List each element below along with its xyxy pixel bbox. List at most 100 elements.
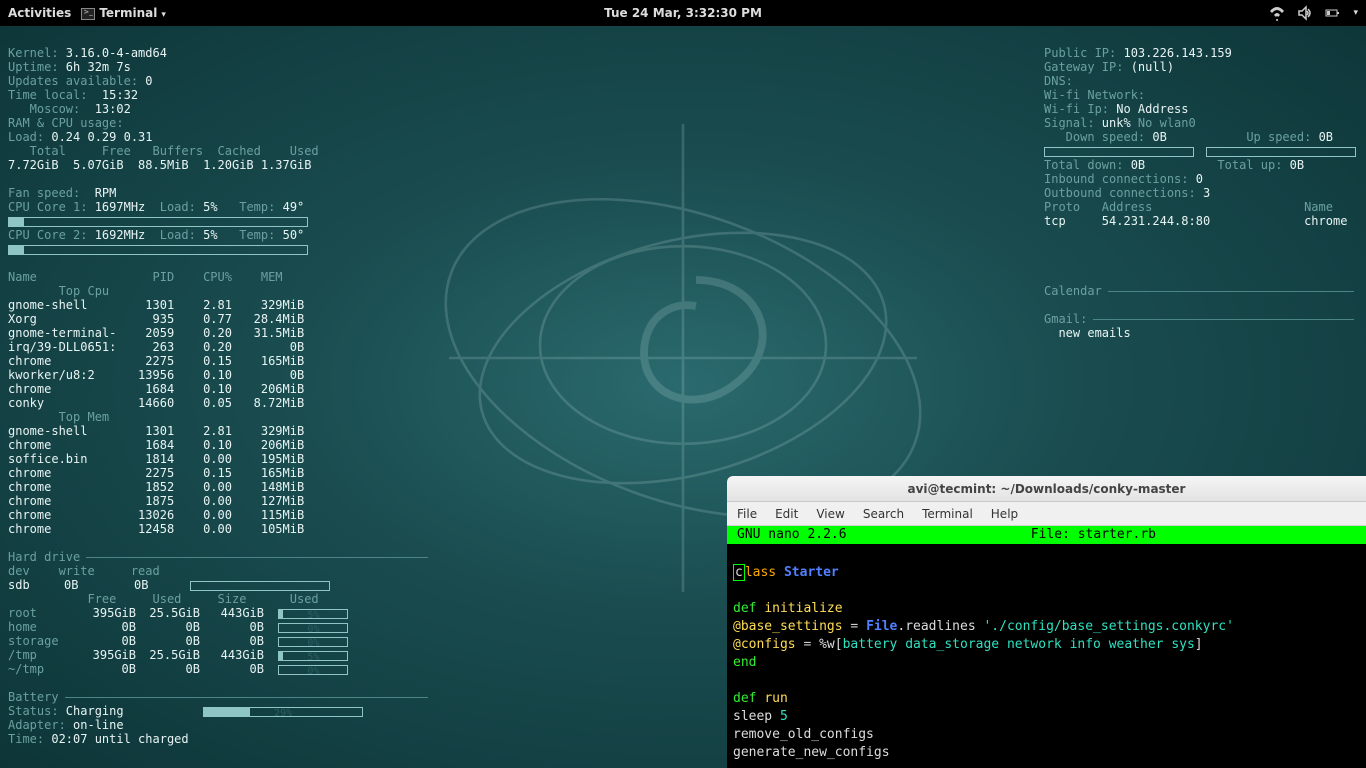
- conky-right-panel: Public IP: 103.226.143.159 Gateway IP: (…: [1044, 32, 1354, 340]
- batt-adapter-label: Adapter:: [8, 718, 73, 732]
- code-remove: remove_old_configs: [733, 727, 874, 742]
- nano-editor[interactable]: class Starter def initialize @base_setti…: [727, 544, 1366, 764]
- menu-edit[interactable]: Edit: [775, 507, 798, 521]
- batt-time-label: Time:: [8, 732, 51, 746]
- wifi-icon[interactable]: [1269, 5, 1285, 21]
- chevron-down-icon[interactable]: ▾: [1353, 8, 1358, 18]
- calendar-title: Calendar: [1044, 284, 1102, 298]
- battery-bar: 29%: [203, 707, 363, 717]
- process-row: chrome 2275 0.15 165MiB: [8, 354, 428, 368]
- code-def: def: [733, 601, 764, 616]
- menu-view[interactable]: View: [816, 507, 844, 521]
- uptime-value: 6h 32m 7s: [66, 60, 131, 74]
- up-label: Up speed:: [1246, 130, 1318, 144]
- pubip-label: Public IP:: [1044, 46, 1123, 60]
- signal-value: unk%: [1102, 116, 1138, 130]
- code-sleep: sleep: [733, 709, 780, 724]
- battery-icon[interactable]: [1325, 5, 1341, 21]
- code-class-name: Starter: [784, 565, 839, 580]
- process-row: soffice.bin 1814 0.00 195MiB: [8, 452, 428, 466]
- process-row: gnome-shell 1301 2.81 329MiB: [8, 298, 428, 312]
- time-local-label: Time local:: [8, 88, 102, 102]
- process-row: gnome-shell 1301 2.81 329MiB: [8, 424, 428, 438]
- code-method-run: run: [764, 691, 787, 706]
- batt-time: 02:07 until charged: [51, 732, 188, 746]
- mem-header: Total Free Buffers Cached Used: [8, 144, 319, 158]
- conn-row: tcp 54.231.244.8:80 chrome: [1044, 214, 1347, 228]
- cpu2-temp-label: Temp:: [239, 228, 282, 242]
- cpu2-load: 5%: [203, 228, 217, 242]
- totup-value: 0B: [1290, 158, 1304, 172]
- code-method-initialize: initialize: [764, 601, 842, 616]
- gateway-value: (null): [1131, 60, 1174, 74]
- fs-row: home0B0B0B 0%: [8, 620, 428, 634]
- activities-button[interactable]: Activities: [8, 6, 71, 20]
- fs-bar: 5%: [278, 609, 348, 619]
- batt-adapter: on-line: [73, 718, 124, 732]
- fs-row: ~/tmp0B0B0B 0%: [8, 662, 428, 676]
- process-row: gnome-terminal- 2059 0.20 31.5MiB: [8, 326, 428, 340]
- outbound-value: 3: [1203, 186, 1210, 200]
- code-generate: generate_new_configs: [733, 745, 890, 760]
- down-bar: [1044, 147, 1194, 157]
- code-kw-class: lass: [745, 565, 784, 580]
- nano-titlebar: GNU nano 2.2.6 File: starter.rb: [727, 526, 1366, 544]
- inbound-label: Inbound connections:: [1044, 172, 1196, 186]
- code-warray: %w[: [819, 637, 842, 652]
- cpu1-temp: 49°: [283, 200, 305, 214]
- volume-icon[interactable]: [1297, 5, 1313, 21]
- hdd-title: Hard drive: [8, 550, 80, 564]
- mem-row: 7.72GiB 5.07GiB 88.5MiB 1.20GiB 1.37GiB: [8, 158, 311, 172]
- menu-file[interactable]: File: [737, 507, 757, 521]
- batt-status-label: Status:: [8, 704, 66, 718]
- down-label: Down speed:: [1044, 130, 1152, 144]
- load-label: Load:: [8, 130, 51, 144]
- outbound-label: Outbound connections:: [1044, 186, 1203, 200]
- terminal-titlebar[interactable]: avi@tecmint: ~/Downloads/conky-master: [727, 476, 1366, 502]
- menu-search[interactable]: Search: [863, 507, 904, 521]
- code-var-configs: @configs: [733, 637, 803, 652]
- fs-bar: 0%: [278, 637, 348, 647]
- fs-bar: 5%: [278, 651, 348, 661]
- signal-label: Signal:: [1044, 116, 1102, 130]
- fs-bar: 0%: [278, 623, 348, 633]
- moscow-label: Moscow:: [8, 102, 95, 116]
- cpu1-mhz: 1697MHz: [95, 200, 146, 214]
- fs-row: root395GiB25.5GiB443GiB 5%: [8, 606, 428, 620]
- process-row: chrome 1684 0.10 206MiB: [8, 382, 428, 396]
- terminal-window[interactable]: avi@tecmint: ~/Downloads/conky-master Fi…: [727, 476, 1366, 768]
- updates-value: 0: [145, 74, 152, 88]
- cpu1-label: CPU Core 1:: [8, 200, 95, 214]
- fs-header: Free Used Size Used: [8, 592, 319, 606]
- totup-label: Total up:: [1217, 158, 1289, 172]
- totdown-value: 0B: [1131, 158, 1145, 172]
- gateway-label: Gateway IP:: [1044, 60, 1131, 74]
- cpu1-bar: [8, 217, 308, 227]
- active-app-menu[interactable]: Terminal: [81, 6, 166, 20]
- nano-file: File: starter.rb: [1031, 526, 1156, 544]
- code-eq: =: [850, 619, 866, 634]
- process-row: chrome 1875 0.00 127MiB: [8, 494, 428, 508]
- menu-help[interactable]: Help: [991, 507, 1018, 521]
- gmail-title: Gmail:: [1044, 312, 1087, 326]
- pubip-value: 103.226.143.159: [1123, 46, 1231, 60]
- hdd-header: dev write read: [8, 564, 160, 578]
- load-value: 0.24 0.29 0.31: [51, 130, 152, 144]
- hdd-bar: [190, 581, 330, 591]
- dns-label: DNS:: [1044, 74, 1073, 88]
- clock[interactable]: Tue 24 Mar, 3:32:30 PM: [604, 6, 762, 20]
- menu-terminal[interactable]: Terminal: [922, 507, 973, 521]
- terminal-icon: [81, 8, 95, 20]
- kernel-value: 3.16.0-4-amd64: [66, 46, 167, 60]
- terminal-content[interactable]: GNU nano 2.2.6 File: starter.rb class St…: [727, 526, 1366, 764]
- cpu2-label: CPU Core 2:: [8, 228, 95, 242]
- moscow-value: 13:02: [95, 102, 131, 116]
- cpu1-load: 5%: [203, 200, 217, 214]
- cpu2-temp: 50°: [283, 228, 305, 242]
- wifi-net-label: Wi-fi Network:: [1044, 88, 1145, 102]
- up-value: 0B: [1319, 130, 1333, 144]
- cpu2-bar: [8, 245, 308, 255]
- fs-bar: 0%: [278, 665, 348, 675]
- conky-left-panel: Kernel: 3.16.0-4-amd64 Uptime: 6h 32m 7s…: [8, 32, 428, 746]
- top-cpu-title: Top Cpu: [8, 284, 109, 298]
